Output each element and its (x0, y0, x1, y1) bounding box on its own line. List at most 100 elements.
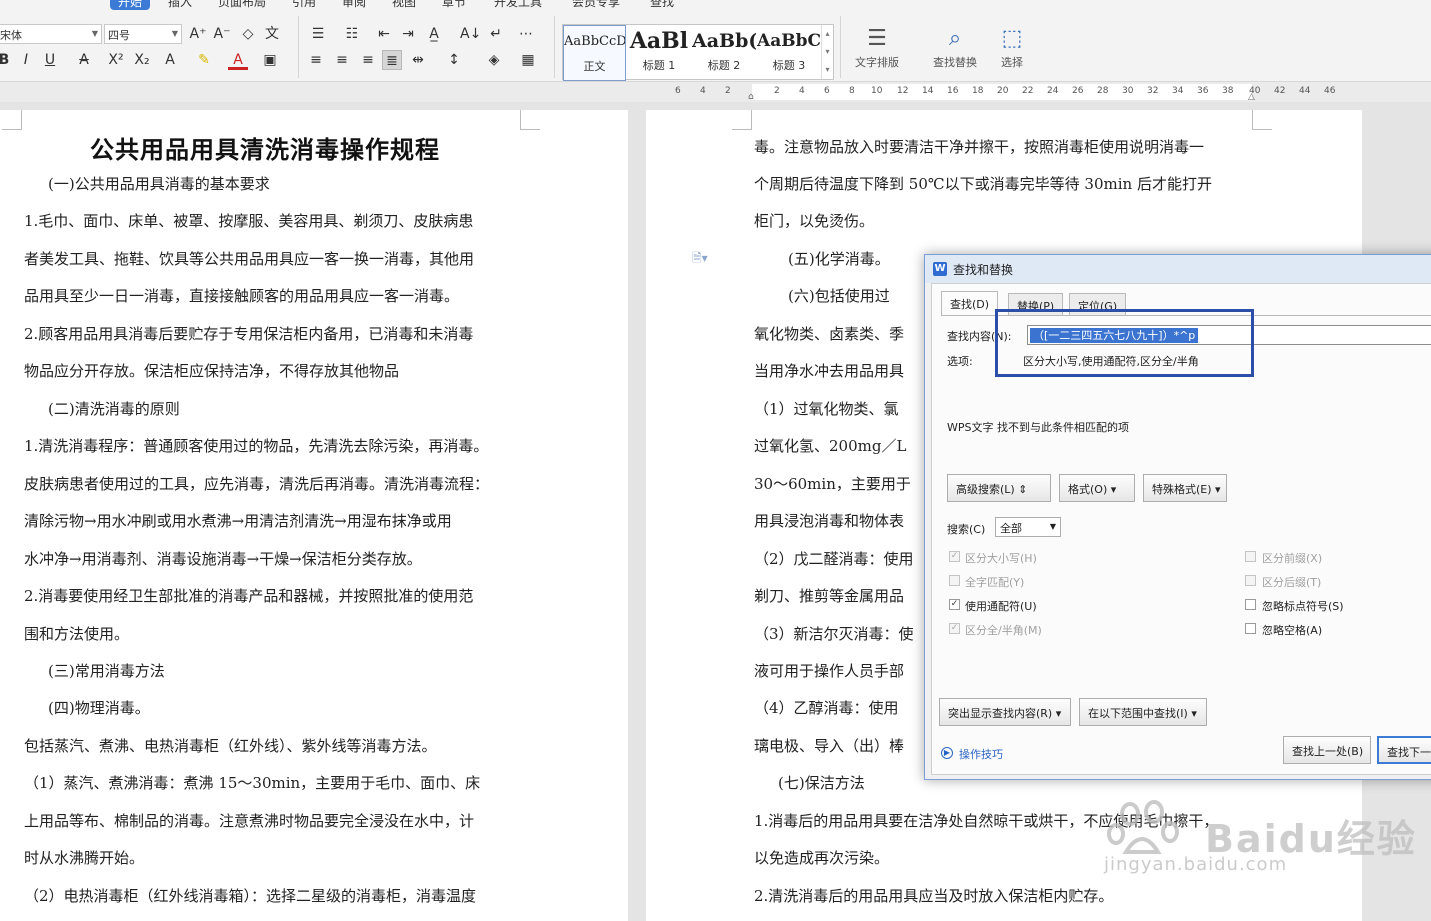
dialog-titlebar[interactable]: W 查找和替换 (925, 255, 1431, 283)
indent-marker-icon[interactable]: ⌂ (748, 92, 754, 102)
ribbon-divider (554, 16, 555, 78)
menu-page-layout[interactable]: 页面布局 (218, 0, 266, 10)
select-button[interactable]: ⬚ 选择 (990, 24, 1034, 70)
numbered-list-icon[interactable]: ☷ (342, 24, 362, 44)
tab-stops-icon[interactable]: ⋯ (516, 24, 536, 44)
match-prefix-checkbox[interactable] (1245, 551, 1256, 562)
doc-line: 过氧化氢、200mg／L (754, 437, 907, 455)
style-gallery: AaBbCcDd 正文 AaBl 标题 1 AaBb( 标题 2 AaBbC 标… (562, 24, 834, 81)
font-color-icon[interactable]: A (228, 50, 248, 70)
distribute-icon[interactable]: ⇹ (408, 50, 428, 70)
menu-member[interactable]: 会员专享 (572, 0, 620, 10)
subscript-icon[interactable]: X₂ (132, 50, 152, 70)
menu-review[interactable]: 审阅 (342, 0, 366, 10)
borders-icon[interactable]: ▦ (518, 50, 538, 70)
ignore-space-label: 忽略空格(A) (1262, 624, 1323, 637)
align-center-icon[interactable]: ≡ (332, 50, 352, 70)
text-layout-button[interactable]: ☰ 文字排版 (846, 24, 908, 70)
find-replace-button[interactable]: ⌕ 查找替换 (924, 24, 986, 70)
sort-icon[interactable]: A↓ (460, 24, 481, 44)
ignore-punctuation-checkbox[interactable] (1245, 599, 1256, 610)
highlight-icon[interactable]: ✎ (194, 50, 214, 70)
ruler-number: 12 (897, 86, 909, 96)
special-format-button[interactable]: 特殊格式(E) ▾ (1143, 474, 1227, 502)
find-in-range-button[interactable]: 在以下范围中查找(I) ▾ (1079, 698, 1207, 726)
paragraph-menu-icon[interactable]: 🗎▾ (692, 249, 708, 270)
menu-view[interactable]: 视图 (392, 0, 416, 10)
shrink-font-icon[interactable]: A⁻ (212, 24, 232, 44)
underline-icon[interactable]: U (40, 50, 60, 70)
char-border-icon[interactable]: ▣ (260, 50, 280, 70)
search-scope-select[interactable]: 全部 ▼ (995, 517, 1061, 537)
show-marks-icon[interactable]: ↵ (486, 24, 506, 44)
wildcards-checkbox[interactable]: ✓ (949, 599, 960, 610)
bold-icon[interactable]: B (0, 50, 14, 70)
doc-line: 者美发工具、拖鞋、饮具等公共用品用具应一客一换一消毒，其他用 (24, 250, 475, 268)
advanced-search-label: 高级搜索(L) (956, 483, 1015, 496)
match-case-label: 区分大小写(H) (965, 552, 1037, 565)
format-button[interactable]: 格式(O) ▾ (1059, 474, 1135, 502)
font-size-value: 四号 (108, 29, 130, 42)
increase-indent-icon[interactable]: ⇥ (398, 24, 418, 44)
shading-icon[interactable]: ◈ (484, 50, 504, 70)
doc-line: （1）过氧化物类、氯 (754, 400, 899, 418)
clear-format-icon[interactable]: ◇ (238, 24, 258, 44)
chinese-layout-icon[interactable]: A̲ (424, 24, 444, 44)
tab-find[interactable]: 查找(D) (941, 291, 999, 315)
ignore-space-checkbox[interactable] (1245, 623, 1256, 634)
doc-line: 当用净水冲去用品用具 (754, 362, 905, 380)
highlight-results-label: 突出显示查找内容(R) (948, 707, 1053, 720)
doc-line: 品用具至少一日一消毒，直接接触顾客的用品用具应一客一消毒。 (24, 287, 460, 305)
style-normal[interactable]: AaBbCcDd 正文 (563, 25, 626, 81)
superscript-icon[interactable]: X² (106, 50, 126, 70)
advanced-search-button[interactable]: 高级搜索(L) ⇕ (947, 474, 1051, 502)
menu-developer[interactable]: 开发工具 (494, 0, 542, 10)
whole-word-checkbox[interactable] (949, 575, 960, 586)
grow-font-icon[interactable]: A⁺ (188, 24, 208, 44)
menu-search[interactable]: 查找 (650, 0, 674, 10)
doc-line: （2）戊二醛消毒：使用 (754, 550, 914, 568)
style-preview: AaBl (629, 28, 689, 54)
expand-icon: ⇕ (1018, 483, 1028, 496)
justify-icon[interactable]: ≣ (382, 50, 402, 70)
doc-line: （3）新洁尔灭消毒：使 (754, 625, 914, 643)
align-left-icon[interactable]: ≡ (306, 50, 326, 70)
search-result-message: WPS文字 找不到与此条件相匹配的项 (947, 421, 1129, 434)
menu-insert[interactable]: 插入 (168, 0, 192, 10)
match-suffix-checkbox[interactable] (1245, 575, 1256, 586)
font-name-select[interactable]: 宋体 ▼ (0, 24, 102, 44)
highlight-results-button[interactable]: 突出显示查找内容(R) ▾ (939, 698, 1071, 726)
style-scroll[interactable]: ▴ ▾ ▾ (821, 25, 833, 79)
page-left[interactable]: 公共用品用具清洗消毒操作规程 (一)公共用品用具消毒的基本要求 1.毛巾、面巾、… (0, 110, 628, 921)
text-effect-icon[interactable]: A (160, 50, 180, 70)
full-half-width-checkbox[interactable]: ✓ (949, 623, 960, 634)
doc-line: 物品应分开存放。保洁柜应保持洁净，不得存放其他物品 (24, 362, 400, 380)
strikethrough-icon[interactable]: A (74, 50, 94, 70)
ignore-punctuation-label: 忽略标点符号(S) (1262, 600, 1344, 613)
font-size-select[interactable]: 四号 ▼ (104, 24, 182, 44)
doc-line: (六)包括使用过 (788, 287, 890, 305)
ruler-number: 2 (774, 86, 780, 96)
bullet-list-icon[interactable]: ☰ (308, 24, 328, 44)
phonetic-icon[interactable]: 文 (262, 24, 282, 44)
align-right-icon[interactable]: ≡ (358, 50, 378, 70)
match-case-checkbox[interactable]: ✓ (949, 551, 960, 562)
tips-link[interactable]: 操作技巧 (959, 746, 1003, 762)
style-label: 标题 3 (772, 59, 806, 72)
find-next-button[interactable]: 查找下一处(F) (1377, 736, 1431, 764)
horizontal-ruler[interactable]: 6 4 2 2 4 6 8 10 12 14 16 18 20 22 24 26… (0, 82, 1431, 102)
wildcards-label: 使用通配符(U) (965, 600, 1037, 613)
style-heading-1[interactable]: AaBl 标题 1 (627, 25, 691, 81)
right-indent-marker-icon[interactable]: △ (1248, 92, 1255, 102)
style-heading-2[interactable]: AaBb( 标题 2 (692, 25, 756, 81)
style-heading-3[interactable]: AaBbC 标题 3 (757, 25, 821, 81)
find-previous-button[interactable]: 查找上一处(B) (1283, 736, 1371, 764)
italic-icon[interactable]: I (16, 50, 36, 70)
line-spacing-icon[interactable]: ↕ (444, 50, 464, 70)
menu-home[interactable]: 开始 (110, 0, 151, 10)
decrease-indent-icon[interactable]: ⇤ (374, 24, 394, 44)
menu-chapter[interactable]: 章节 (442, 0, 466, 10)
doc-line: 液可用于操作人员手部 (754, 662, 905, 680)
doc-line: 30～60min，主要用于 (754, 475, 911, 493)
menu-references[interactable]: 引用 (292, 0, 316, 10)
